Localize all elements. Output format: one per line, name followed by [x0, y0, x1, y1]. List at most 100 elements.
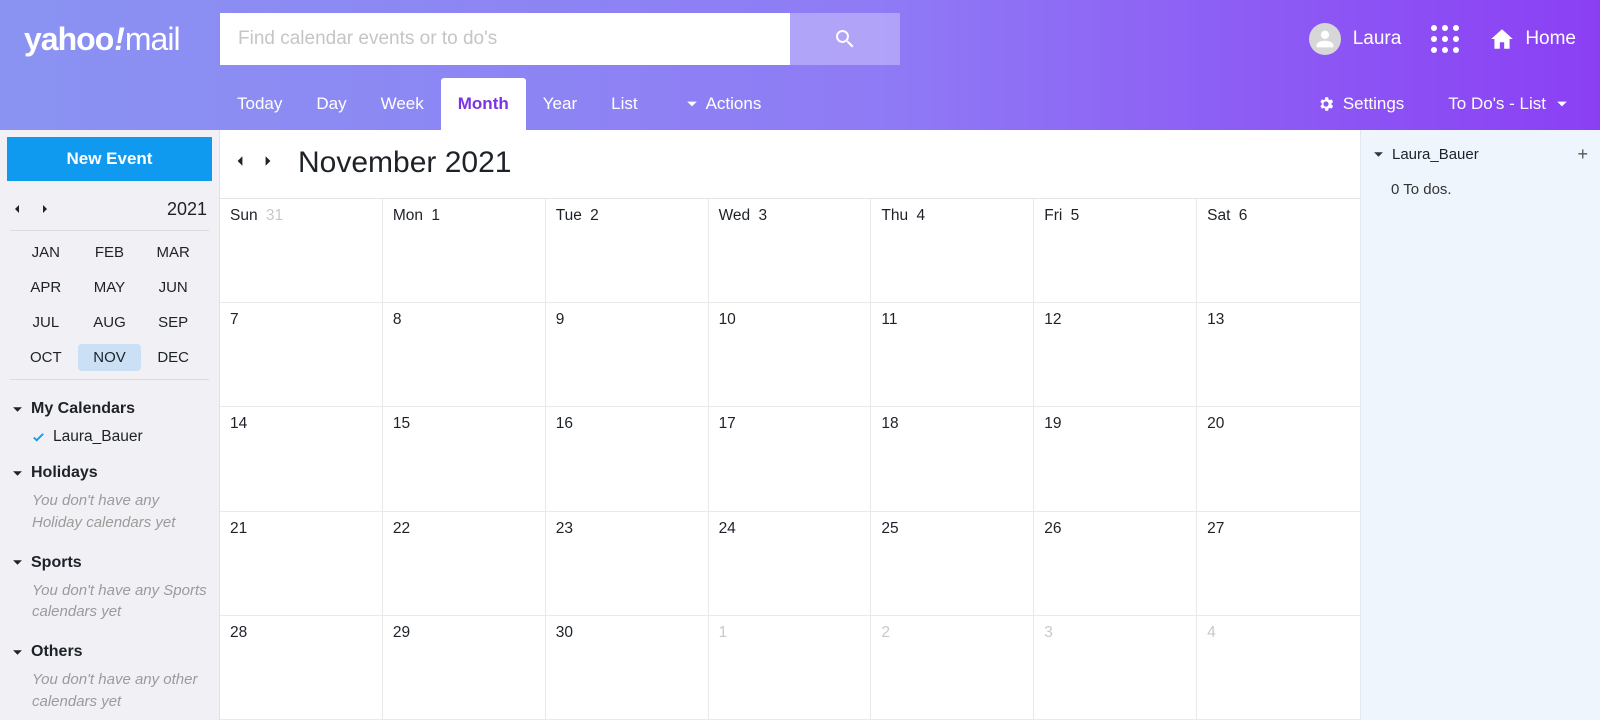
todos-view-label: To Do's - List — [1448, 94, 1546, 114]
calendar-title: November 2021 — [298, 146, 511, 180]
actions-menu[interactable]: Actions — [669, 78, 779, 130]
month-sep[interactable]: SEP — [141, 309, 205, 336]
day-cell[interactable]: Tue 2 — [546, 199, 709, 303]
section-head-my-calendars[interactable]: My Calendars — [12, 394, 207, 424]
day-number: 28 — [230, 624, 247, 641]
section-others: Others You don't have any other calendar… — [0, 631, 219, 721]
month-mar[interactable]: MAR — [141, 239, 205, 266]
todo-list-header[interactable]: Laura_Bauer + — [1361, 130, 1600, 171]
day-cell[interactable]: 29 — [383, 616, 546, 720]
header-right: Laura Home — [1309, 23, 1576, 55]
day-cell[interactable]: 25 — [871, 512, 1034, 616]
calendar-prev[interactable] — [234, 154, 246, 172]
month-dec[interactable]: DEC — [141, 344, 205, 371]
month-apr[interactable]: APR — [14, 274, 78, 301]
day-cell[interactable]: Mon 1 — [383, 199, 546, 303]
day-cell[interactable]: 16 — [546, 407, 709, 511]
month-may[interactable]: MAY — [78, 274, 142, 301]
calendar-panel: November 2021 Sun 31Mon 1Tue 2Wed 3Thu 4… — [220, 130, 1360, 720]
section-head-others[interactable]: Others — [12, 637, 207, 667]
month-nov[interactable]: NOV — [78, 344, 142, 371]
tab-list[interactable]: List — [594, 78, 654, 130]
day-cell[interactable]: Fri 5 — [1034, 199, 1197, 303]
search-input[interactable] — [220, 13, 790, 65]
day-number: 12 — [1044, 311, 1061, 328]
person-icon — [1315, 29, 1335, 49]
calendar-item-label: Laura_Bauer — [53, 428, 143, 446]
day-cell[interactable]: 11 — [871, 303, 1034, 407]
day-number: 24 — [719, 520, 736, 537]
tab-day[interactable]: Day — [299, 78, 363, 130]
tab-week[interactable]: Week — [364, 78, 441, 130]
calendar-next[interactable] — [262, 154, 274, 172]
day-cell[interactable]: 20 — [1197, 407, 1360, 511]
month-feb[interactable]: FEB — [78, 239, 142, 266]
month-jan[interactable]: JAN — [14, 239, 78, 266]
home-icon — [1489, 26, 1515, 52]
mini-cal-prev[interactable] — [12, 201, 22, 219]
calendar-item-laura-bauer[interactable]: Laura_Bauer — [12, 424, 207, 450]
day-cell[interactable]: 14 — [220, 407, 383, 511]
todos-view-select[interactable]: To Do's - List — [1418, 78, 1576, 130]
apps-launcher-icon[interactable] — [1431, 25, 1459, 53]
day-cell[interactable]: 4 — [1197, 616, 1360, 720]
new-event-button[interactable]: New Event — [7, 137, 212, 181]
day-number: 18 — [881, 415, 898, 432]
day-cell[interactable]: 22 — [383, 512, 546, 616]
home-link[interactable]: Home — [1489, 26, 1576, 52]
day-cell[interactable]: 2 — [871, 616, 1034, 720]
month-aug[interactable]: AUG — [78, 309, 142, 336]
search-button[interactable] — [790, 13, 900, 65]
day-cell[interactable]: 21 — [220, 512, 383, 616]
day-cell[interactable]: 26 — [1034, 512, 1197, 616]
day-cell[interactable]: 8 — [383, 303, 546, 407]
day-cell[interactable]: 17 — [709, 407, 872, 511]
day-cell[interactable]: 27 — [1197, 512, 1360, 616]
day-cell[interactable]: Thu 4 — [871, 199, 1034, 303]
day-number: 10 — [719, 311, 736, 328]
section-head-sports[interactable]: Sports — [12, 548, 207, 578]
yahoo-mail-logo[interactable]: yahoo!mail — [24, 21, 220, 58]
day-cell[interactable]: 12 — [1034, 303, 1197, 407]
day-number: 19 — [1044, 415, 1061, 432]
day-cell[interactable]: 9 — [546, 303, 709, 407]
settings-link[interactable]: Settings — [1303, 78, 1418, 130]
day-cell[interactable]: 24 — [709, 512, 872, 616]
month-jun[interactable]: JUN — [141, 274, 205, 301]
day-cell[interactable]: 30 — [546, 616, 709, 720]
day-cell[interactable]: Wed 3 — [709, 199, 872, 303]
day-number: 22 — [393, 520, 410, 537]
mini-cal-year[interactable]: 2021 — [167, 199, 207, 220]
add-todo-button[interactable]: + — [1577, 144, 1588, 165]
section-head-holidays[interactable]: Holidays — [12, 458, 207, 488]
gear-icon — [1317, 95, 1335, 113]
month-jul[interactable]: JUL — [14, 309, 78, 336]
user-chip[interactable]: Laura — [1309, 23, 1402, 55]
dow-label: Thu — [881, 207, 912, 224]
day-cell[interactable]: 23 — [546, 512, 709, 616]
tab-today[interactable]: Today — [220, 78, 299, 130]
day-cell[interactable]: 15 — [383, 407, 546, 511]
avatar — [1309, 23, 1341, 55]
month-oct[interactable]: OCT — [14, 344, 78, 371]
day-cell[interactable]: Sat 6 — [1197, 199, 1360, 303]
tab-month[interactable]: Month — [441, 78, 526, 130]
mini-cal-next[interactable] — [40, 201, 50, 219]
day-number: 3 — [758, 207, 767, 224]
day-number: 9 — [556, 311, 565, 328]
day-cell[interactable]: 7 — [220, 303, 383, 407]
check-icon — [32, 431, 45, 444]
day-cell[interactable]: Sun 31 — [220, 199, 383, 303]
day-cell[interactable]: 19 — [1034, 407, 1197, 511]
todo-list-name: Laura_Bauer — [1392, 146, 1479, 163]
tab-year[interactable]: Year — [526, 78, 594, 130]
day-cell[interactable]: 28 — [220, 616, 383, 720]
day-cell[interactable]: 13 — [1197, 303, 1360, 407]
day-number: 7 — [230, 311, 239, 328]
day-cell[interactable]: 10 — [709, 303, 872, 407]
divider — [10, 379, 209, 380]
day-number: 25 — [881, 520, 898, 537]
day-cell[interactable]: 3 — [1034, 616, 1197, 720]
day-cell[interactable]: 1 — [709, 616, 872, 720]
day-cell[interactable]: 18 — [871, 407, 1034, 511]
